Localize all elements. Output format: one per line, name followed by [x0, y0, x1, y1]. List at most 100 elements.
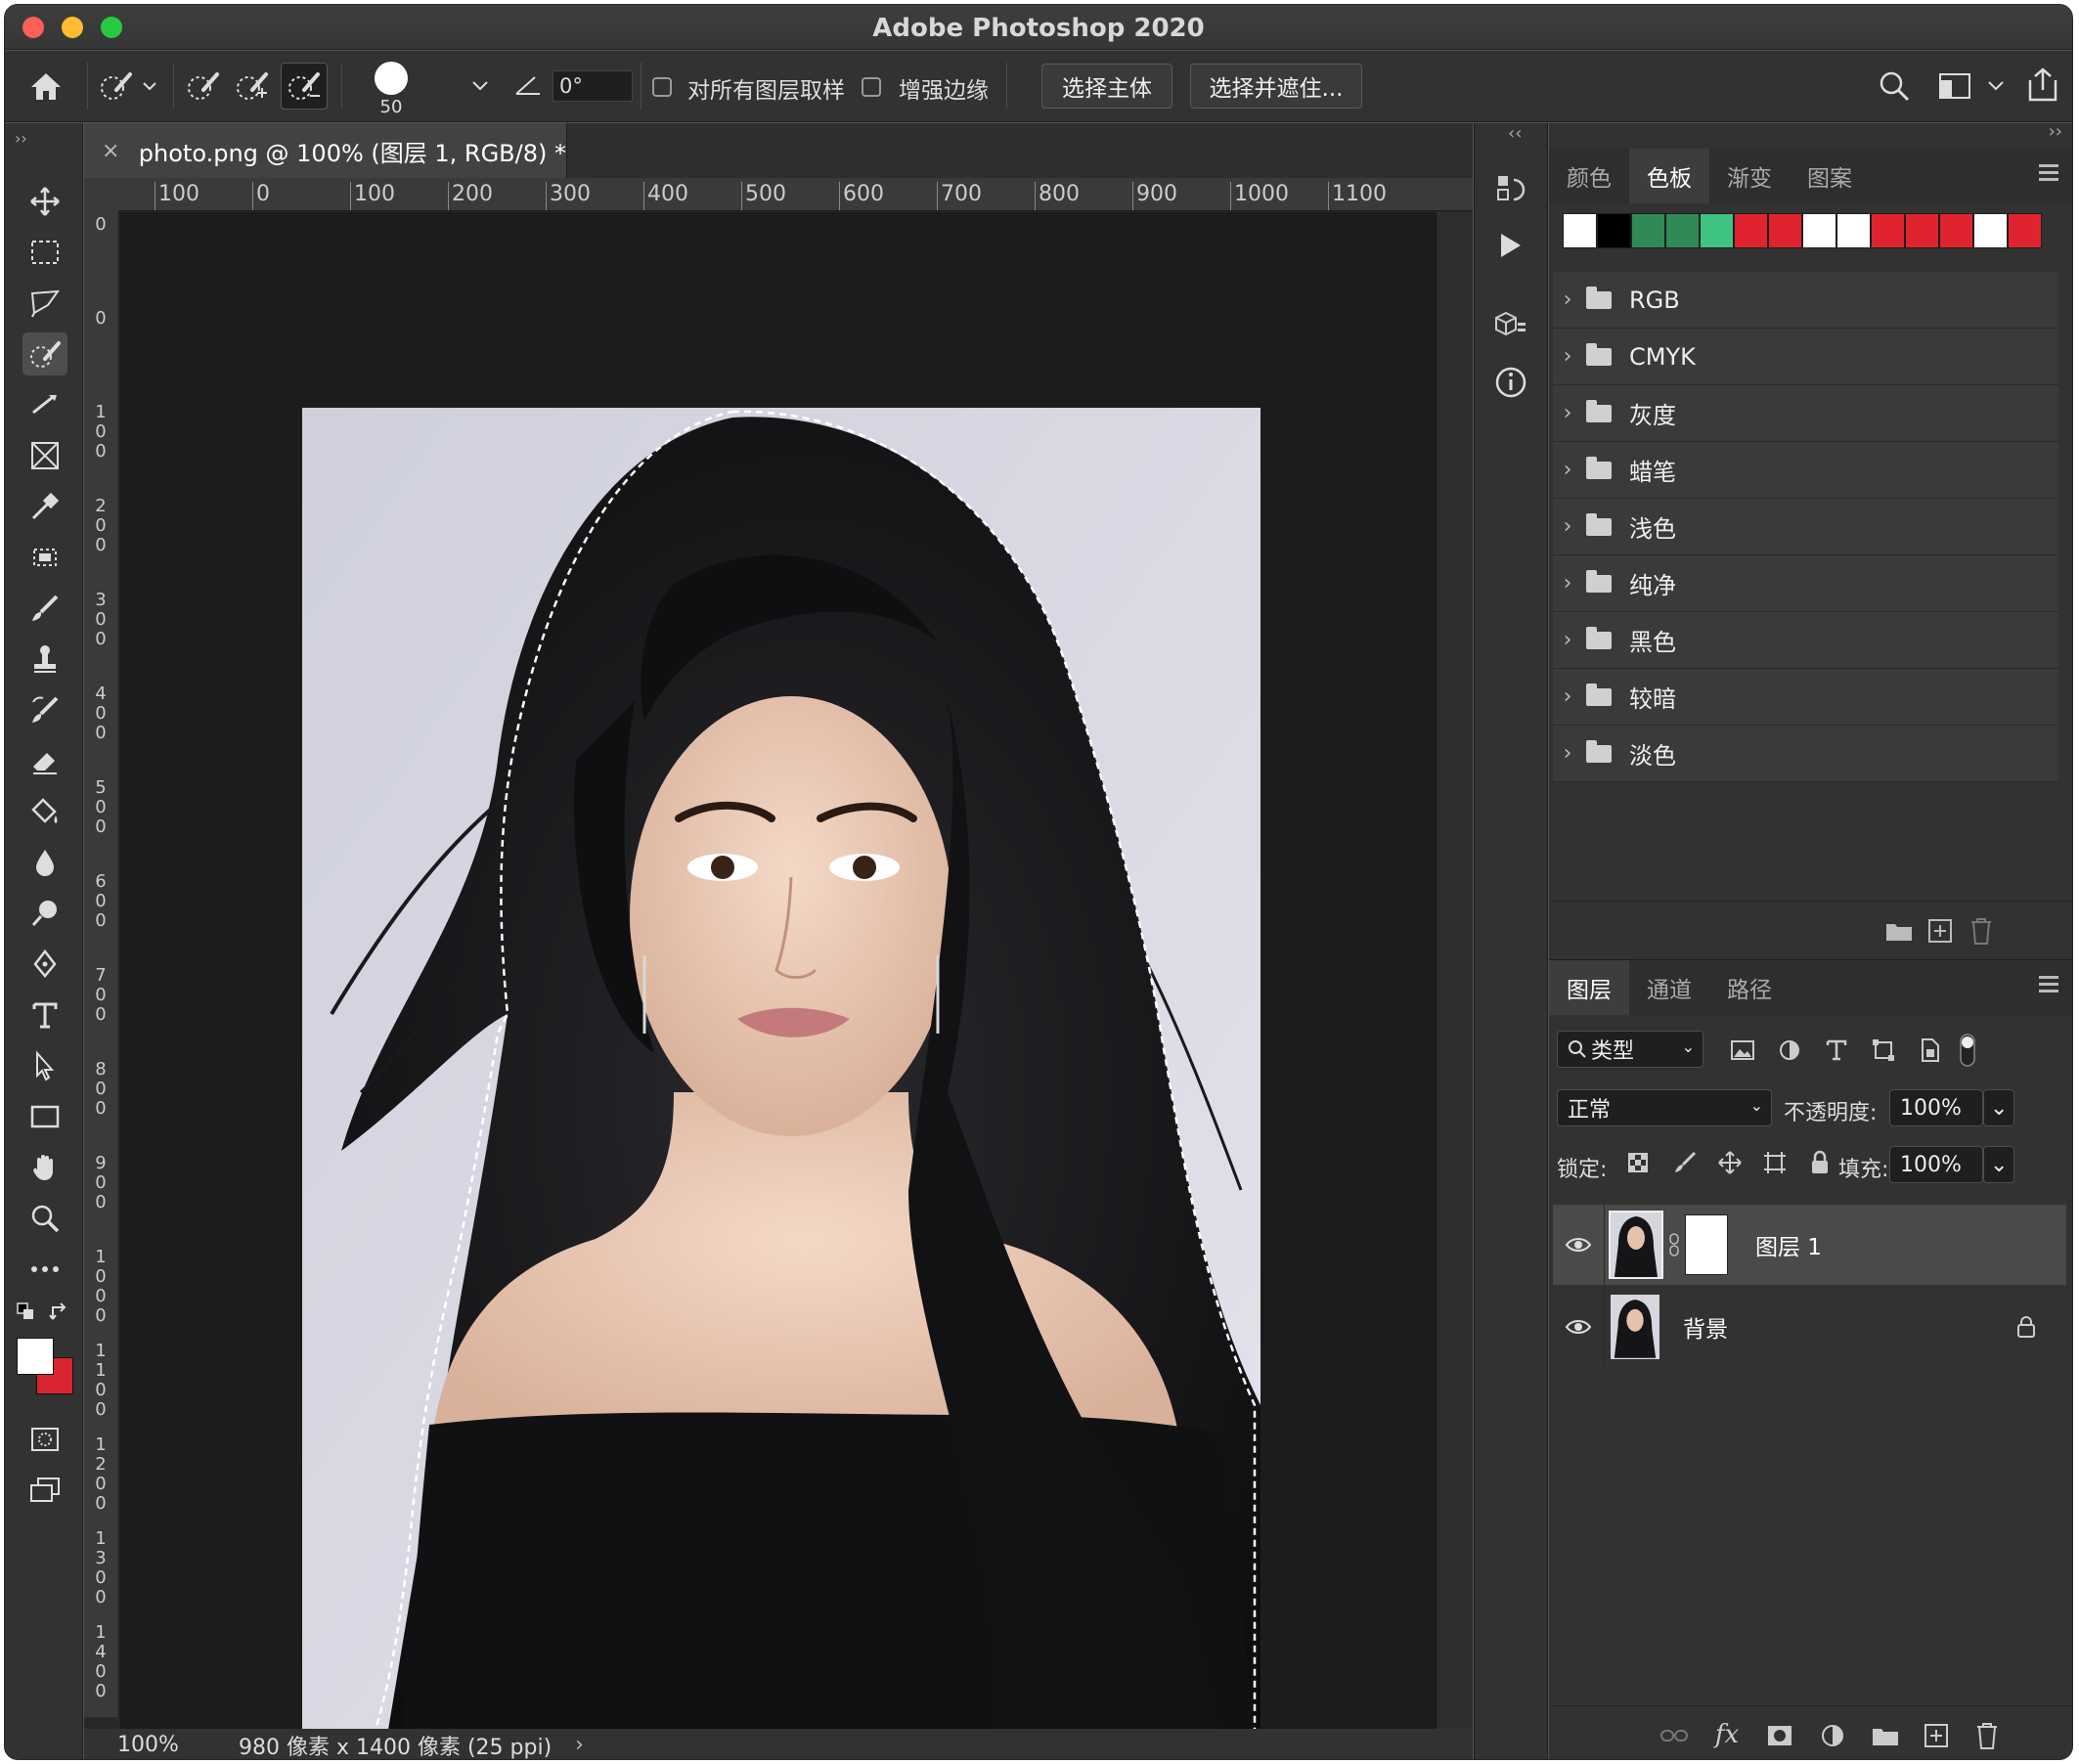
color-swatch[interactable]: [2008, 213, 2042, 248]
tab-patterns[interactable]: 图案: [1790, 149, 1870, 203]
color-swatch[interactable]: [1631, 213, 1665, 248]
ruler-origin[interactable]: [84, 178, 119, 211]
actions-play-icon[interactable]: [1490, 225, 1531, 266]
dodge-tool-icon[interactable]: [22, 892, 67, 935]
delete-swatch-icon[interactable]: [1964, 913, 1999, 948]
background-visibility-eye-icon[interactable]: [1553, 1287, 1604, 1367]
tab-swatches[interactable]: 色板: [1629, 149, 1709, 203]
background-lock-icon[interactable]: [2012, 1312, 2041, 1342]
link-layers-icon[interactable]: [1657, 1718, 1692, 1753]
swatch-group-row[interactable]: › 淡色: [1553, 726, 2058, 782]
paint-bucket-tool-icon[interactable]: [22, 790, 67, 833]
chevron-right-icon[interactable]: ›: [1553, 571, 1582, 595]
new-selection-icon[interactable]: [183, 66, 224, 106]
swatches-panel-menu-icon[interactable]: [2039, 164, 2058, 167]
chevron-right-icon[interactable]: ›: [1553, 287, 1582, 312]
quick-mask-icon[interactable]: [22, 1418, 67, 1461]
swap-colors-icon[interactable]: [48, 1301, 71, 1324]
new-layer-icon[interactable]: [1919, 1718, 1954, 1753]
path-selection-tool-icon[interactable]: [22, 1044, 67, 1087]
chevron-right-icon[interactable]: ›: [1553, 628, 1582, 652]
fill-chevron-icon[interactable]: ⌄: [1983, 1146, 2014, 1183]
color-swatch[interactable]: [1700, 213, 1734, 248]
workspace-icon[interactable]: [1935, 68, 1974, 104]
lock-all-icon[interactable]: [1805, 1148, 1835, 1177]
history-panel-icon[interactable]: [1490, 168, 1531, 209]
new-group-folder-icon[interactable]: [1881, 913, 1917, 948]
layer-1-name[interactable]: 图层 1: [1755, 1228, 1822, 1261]
new-swatch-icon[interactable]: [1923, 913, 1958, 948]
quick-selection-tool-icon[interactable]: [22, 332, 67, 375]
layer-filter-select[interactable]: 类型 ⌄: [1557, 1031, 1703, 1068]
history-brush-tool-icon[interactable]: [22, 688, 67, 731]
add-mask-icon[interactable]: [1762, 1718, 1797, 1753]
close-document-icon[interactable]: ×: [102, 139, 121, 163]
clone-stamp-tool-icon[interactable]: [22, 638, 67, 681]
blur-tool-icon[interactable]: [22, 841, 67, 884]
healing-brush-tool-icon[interactable]: [22, 536, 67, 579]
filter-pixel-layers-icon[interactable]: [1727, 1035, 1758, 1066]
lasso-tool-icon[interactable]: [22, 282, 67, 325]
color-swatch[interactable]: [1563, 213, 1597, 248]
foreground-color-swatch[interactable]: [17, 1338, 54, 1375]
swatch-group-row[interactable]: › 较暗: [1553, 669, 2058, 726]
filter-adjustment-layers-icon[interactable]: [1774, 1035, 1805, 1066]
swatch-group-row[interactable]: › RGB: [1553, 272, 2058, 329]
frame-tool-icon[interactable]: [22, 434, 67, 477]
search-icon[interactable]: [1875, 66, 1914, 106]
select-subject-button[interactable]: 选择主体: [1041, 64, 1172, 109]
3d-panel-icon[interactable]: [1490, 305, 1531, 346]
tab-paths[interactable]: 路径: [1709, 960, 1790, 1015]
tab-layers[interactable]: 图层: [1549, 960, 1629, 1015]
filter-shape-layers-icon[interactable]: [1868, 1035, 1899, 1066]
chevron-down-icon[interactable]: [470, 76, 490, 96]
lock-transparent-pixels-icon[interactable]: [1623, 1148, 1653, 1177]
brush-tool-icon[interactable]: [22, 587, 67, 630]
filter-type-layers-icon[interactable]: [1821, 1035, 1852, 1066]
color-swatch[interactable]: [1597, 213, 1631, 248]
hand-tool-icon[interactable]: [22, 1146, 67, 1189]
chevron-right-icon[interactable]: ›: [1553, 401, 1582, 425]
layers-panel-menu-icon[interactable]: [2039, 976, 2058, 979]
lock-artboard-icon[interactable]: [1760, 1148, 1790, 1177]
filter-toggle-icon[interactable]: [1958, 1031, 1977, 1070]
sample-all-layers-checkbox[interactable]: [652, 77, 672, 97]
pen-tool-icon[interactable]: [22, 943, 67, 986]
swatch-group-row[interactable]: › 黑色: [1553, 612, 2058, 669]
swatch-group-row[interactable]: › 浅色: [1553, 499, 2058, 555]
photo-canvas[interactable]: [302, 408, 1261, 1760]
eyedropper-tool-icon[interactable]: [22, 485, 67, 528]
crop-tool-icon[interactable]: [22, 383, 67, 426]
tab-channels[interactable]: 通道: [1629, 960, 1709, 1015]
screen-mode-icon[interactable]: [22, 1469, 67, 1512]
swatch-group-row[interactable]: › 灰度: [1553, 385, 2058, 442]
tab-gradients[interactable]: 渐变: [1709, 149, 1790, 203]
share-icon[interactable]: [2023, 65, 2062, 106]
zoom-tool-icon[interactable]: [22, 1197, 67, 1240]
chevron-right-icon[interactable]: ›: [1553, 684, 1582, 709]
color-swatch[interactable]: [1665, 213, 1700, 248]
brush-size-picker[interactable]: 50: [357, 59, 425, 119]
color-swatch[interactable]: [1734, 213, 1768, 248]
color-swatch[interactable]: [1802, 213, 1836, 248]
more-tools-icon[interactable]: [22, 1248, 67, 1291]
delete-layer-icon[interactable]: [1969, 1718, 2005, 1753]
angle-input[interactable]: 0°: [553, 70, 633, 102]
color-swatch[interactable]: [1871, 213, 1905, 248]
expand-toolbar-icon[interactable]: ››: [15, 129, 27, 148]
lock-position-icon[interactable]: [1715, 1148, 1745, 1177]
vertical-ruler[interactable]: 0 0 1 0 0 2 0 0 3 0 0 4 0 0 5 0 0 6 0 0 7 0 0 8 0…: [84, 211, 119, 1717]
swatch-group-row[interactable]: › CMYK: [1553, 329, 2058, 385]
color-swatch[interactable]: [1768, 213, 1802, 248]
vertical-scrollbar[interactable]: [1438, 212, 1473, 1729]
layer-mask-thumbnail[interactable]: [1685, 1214, 1728, 1275]
layer-visibility-eye-icon[interactable]: [1553, 1205, 1604, 1285]
background-thumbnail[interactable]: [1611, 1295, 1659, 1359]
color-swatch[interactable]: [1836, 213, 1871, 248]
opacity-input[interactable]: 100%: [1889, 1089, 1983, 1126]
new-adjustment-layer-icon[interactable]: [1815, 1718, 1850, 1753]
chevron-right-icon[interactable]: ›: [1553, 514, 1582, 539]
chevron-right-icon[interactable]: ›: [1553, 458, 1582, 482]
swatch-group-row[interactable]: › 蜡笔: [1553, 442, 2058, 499]
background-layer-name[interactable]: 背景: [1683, 1310, 1728, 1344]
